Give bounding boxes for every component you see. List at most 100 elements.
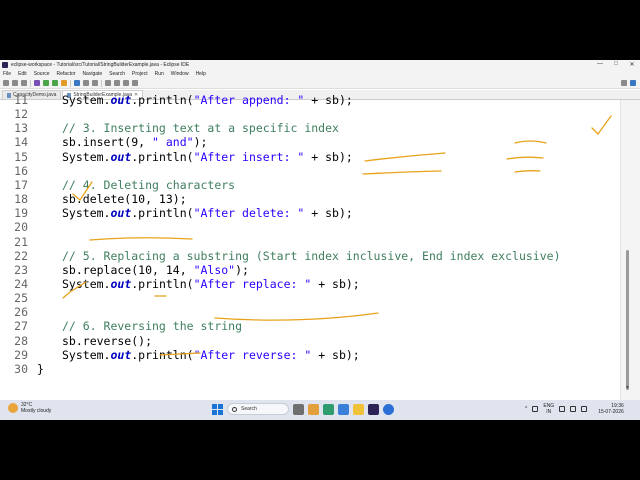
code-token: .println( xyxy=(131,149,194,164)
code-line[interactable]: 17 // 4. Deleting characters xyxy=(0,178,620,192)
toolbar-separator xyxy=(101,79,102,87)
code-token: out xyxy=(110,347,132,362)
code-token: out xyxy=(110,93,132,107)
edge-browser-icon[interactable] xyxy=(323,403,334,415)
language-indicator[interactable]: ENG IN xyxy=(543,403,554,415)
eclipse-taskbar-icon[interactable] xyxy=(368,403,379,415)
new-java-class-icon[interactable] xyxy=(74,80,80,86)
code-token: ); xyxy=(193,135,208,150)
file-explorer-icon[interactable] xyxy=(308,403,319,415)
menu-file[interactable]: File xyxy=(3,71,11,77)
code-line[interactable]: 29 System.out.println("After reverse: " +… xyxy=(0,348,620,362)
external-tools-icon[interactable] xyxy=(61,80,67,86)
code-line[interactable]: 13 // 3. Inserting text at a specific ind… xyxy=(0,121,620,135)
run-icon[interactable] xyxy=(43,80,49,86)
code-line[interactable]: 12 xyxy=(0,107,620,121)
previous-annotation-icon[interactable] xyxy=(114,80,120,86)
code-line[interactable]: 28 sb.reverse(); xyxy=(0,334,620,348)
task-view-icon[interactable] xyxy=(293,403,304,415)
search-icon[interactable] xyxy=(92,80,98,86)
code-token: "After delete: " xyxy=(193,206,305,221)
back-icon[interactable] xyxy=(123,80,129,86)
taskbar-search[interactable]: Search xyxy=(227,403,289,415)
code-line[interactable]: 22 // 5. Replacing a substring (Start ind… xyxy=(0,249,620,263)
search-icon xyxy=(232,406,237,412)
code-line[interactable]: 24 System.out.println("After replace: " +… xyxy=(0,277,620,291)
debug-icon[interactable] xyxy=(34,80,40,86)
menu-edit[interactable]: Edit xyxy=(18,71,27,77)
line-number: 26 xyxy=(14,305,28,320)
battery-icon[interactable] xyxy=(581,406,588,412)
code-line[interactable]: 26 xyxy=(0,305,620,319)
menu-navigate[interactable]: Navigate xyxy=(82,71,102,77)
code-token: sb.replace(10, 14, xyxy=(62,262,194,277)
menu-project[interactable]: Project xyxy=(132,71,148,77)
line-number: 15 xyxy=(14,149,28,164)
window-controls: — □ ✕ xyxy=(592,61,640,68)
code-token: " and" xyxy=(152,135,194,150)
chrome-browser-icon[interactable] xyxy=(338,403,349,415)
code-line[interactable]: 14 sb.insert(9, " and"); xyxy=(0,135,620,149)
line-number: 21 xyxy=(14,234,28,249)
code-token: // 4. Deleting characters xyxy=(62,177,236,192)
save-all-icon[interactable] xyxy=(21,80,27,86)
line-number: 24 xyxy=(14,276,28,291)
folder-icon[interactable] xyxy=(353,403,364,415)
minimize-button[interactable]: — xyxy=(592,61,608,68)
menu-run[interactable]: Run xyxy=(155,71,164,77)
code-line[interactable]: 18 sb.delete(10, 13); xyxy=(0,192,620,206)
menu-help[interactable]: Help xyxy=(196,71,206,77)
code-line[interactable]: 27 // 6. Reversing the string xyxy=(0,319,620,333)
clock[interactable]: 19:36 15-07-2026 xyxy=(598,403,624,415)
maximize-button[interactable]: □ xyxy=(608,61,624,68)
scrollbar-thumb[interactable] xyxy=(626,250,629,390)
code-token: "After insert: " xyxy=(193,149,305,164)
chevron-up-icon[interactable]: ^ xyxy=(525,406,527,412)
code-editor[interactable]: 11 System.out.println("After append: " + … xyxy=(0,93,620,400)
menu-refactor[interactable]: Refactor xyxy=(57,71,76,77)
code-token: System. xyxy=(62,206,111,221)
next-annotation-icon[interactable] xyxy=(105,80,111,86)
code-text: // 5. Replacing a substring (Start index… xyxy=(62,249,561,263)
coverage-icon[interactable] xyxy=(52,80,58,86)
code-text: sb.replace(10, 14, "Also"); xyxy=(62,263,249,277)
wifi-icon[interactable] xyxy=(559,406,566,412)
windows-taskbar: 32°C Mostly cloudy Search ^ ENG IN 19:36… xyxy=(0,400,640,420)
menu-search[interactable]: Search xyxy=(109,71,125,77)
menu-window[interactable]: Window xyxy=(171,71,189,77)
vertical-scrollbar[interactable]: ▾ xyxy=(620,100,640,400)
code-token: + sb); xyxy=(304,206,353,221)
code-line[interactable]: 19 System.out.println("After delete: " + … xyxy=(0,206,620,220)
code-token: // 3. Inserting text at a specific index xyxy=(62,121,339,136)
weather-widget[interactable]: 32°C Mostly cloudy xyxy=(8,402,51,414)
code-line[interactable]: 16 xyxy=(0,164,620,178)
app-icon[interactable] xyxy=(383,403,394,415)
forward-icon[interactable] xyxy=(132,80,138,86)
code-text: System.out.println("After append: " + sb… xyxy=(62,93,353,107)
taskbar-apps: Search xyxy=(212,403,394,415)
code-line[interactable]: 15 System.out.println("After insert: " + … xyxy=(0,150,620,164)
speaker-icon[interactable] xyxy=(570,406,577,412)
toolbar-separator xyxy=(30,79,31,87)
close-button[interactable]: ✕ xyxy=(624,61,640,68)
code-text: sb.reverse(); xyxy=(62,334,152,348)
code-line[interactable]: 21 xyxy=(0,235,620,249)
code-line[interactable]: 25 xyxy=(0,291,620,305)
tray-app-icon[interactable] xyxy=(532,406,539,412)
line-number: 28 xyxy=(14,333,28,348)
code-line[interactable]: 11 System.out.println("After append: " + … xyxy=(0,93,620,107)
open-type-icon[interactable] xyxy=(83,80,89,86)
java-perspective-icon[interactable] xyxy=(630,80,636,86)
save-icon[interactable] xyxy=(12,80,18,86)
code-line[interactable]: 20 xyxy=(0,220,620,234)
windows-start-icon[interactable] xyxy=(212,403,223,415)
new-icon[interactable] xyxy=(3,80,9,86)
scroll-down-arrow-icon[interactable]: ▾ xyxy=(626,384,629,391)
code-line[interactable]: 23 sb.replace(10, 14, "Also"); xyxy=(0,263,620,277)
code-token: out xyxy=(110,276,132,291)
code-line[interactable]: 30} xyxy=(0,362,620,376)
search-label: Search xyxy=(241,406,257,412)
code-token: } xyxy=(37,361,44,376)
search-perspective-icon[interactable] xyxy=(621,80,627,86)
menu-source[interactable]: Source xyxy=(34,71,50,77)
